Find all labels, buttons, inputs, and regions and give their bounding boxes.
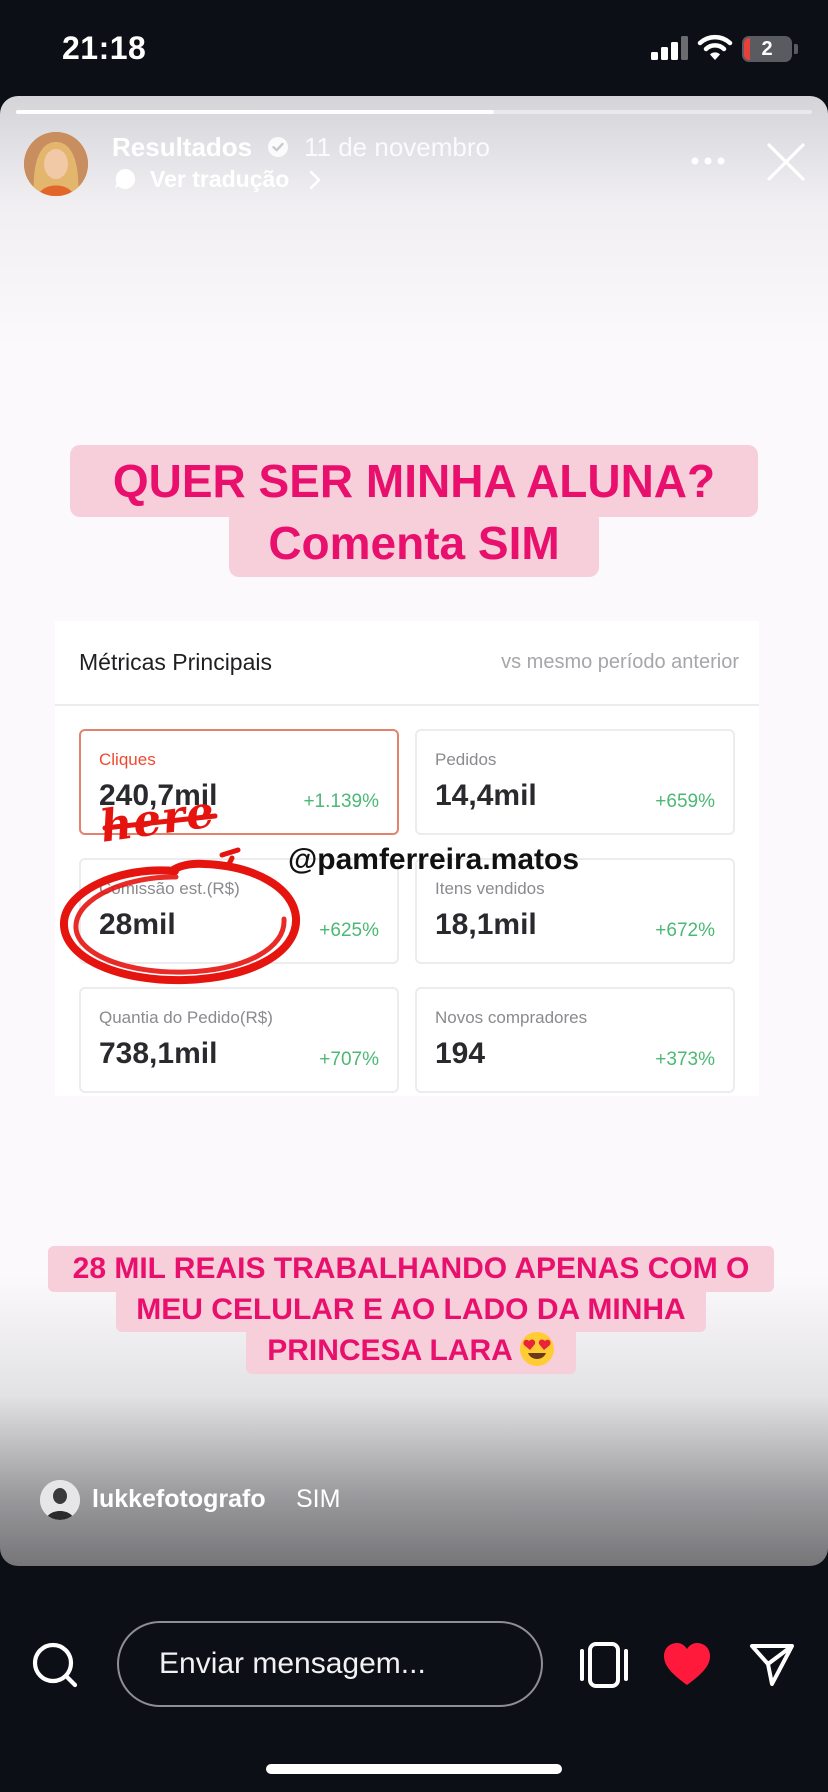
heart-eyes-emoji-icon xyxy=(519,1332,554,1366)
comment-text: SIM xyxy=(296,1485,341,1513)
battery-level: 2 xyxy=(761,38,773,60)
status-time: 21:18 xyxy=(62,30,147,66)
signal-icon xyxy=(651,36,688,60)
story-card[interactable]: Resultados 11 de novembro Ver tradução Q… xyxy=(0,96,828,1566)
frame-icon[interactable] xyxy=(578,1641,630,1689)
comment-avatar-photo xyxy=(40,1480,80,1520)
caption-line-3-text: PRINCESA LARA xyxy=(267,1334,513,1367)
comment-avatar[interactable] xyxy=(40,1480,80,1520)
send-icon[interactable] xyxy=(748,1640,796,1688)
mention-tag[interactable]: @pamferreira.matos xyxy=(288,843,579,877)
comment-username[interactable]: lukkefotografo xyxy=(92,1485,266,1514)
search-icon[interactable] xyxy=(30,1640,80,1690)
send-message-input[interactable] xyxy=(117,1621,543,1707)
status-bar: 21:18 2 xyxy=(0,0,828,96)
caption-line-1: 28 MIL REAIS TRABALHANDO APENAS COM O xyxy=(48,1246,774,1292)
caption-line-3: PRINCESA LARA xyxy=(246,1328,576,1374)
battery-icon: 2 xyxy=(742,36,798,62)
home-indicator xyxy=(266,1764,562,1774)
heart-icon[interactable] xyxy=(662,1641,712,1687)
wifi-icon xyxy=(697,34,733,60)
caption-line-2: MEU CELULAR E AO LADO DA MINHA xyxy=(116,1288,706,1332)
instagram-story-screen: 21:18 2 Resultados 11 de novembro Ver tr… xyxy=(0,0,828,1792)
